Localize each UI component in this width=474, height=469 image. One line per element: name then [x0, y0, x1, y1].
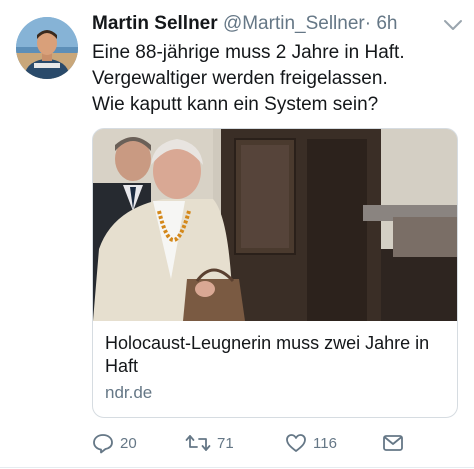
author-handle[interactable]: @Martin_Sellner — [223, 13, 365, 34]
tweet-text-line: Eine 88-jährige muss 2 Jahre in Haft. — [92, 42, 405, 63]
card-image — [93, 129, 457, 321]
separator-dot: · — [364, 13, 372, 34]
retweet-icon — [185, 435, 211, 451]
chevron-down-icon — [444, 20, 462, 30]
reply-icon — [93, 434, 113, 454]
reply-button[interactable]: 20 — [92, 432, 137, 454]
tweet-header: Martin Sellner @Martin_Sellner· 6h — [92, 13, 397, 35]
link-card[interactable]: Holocaust-Leugnerin muss zwei Jahre in H… — [92, 128, 458, 418]
card-domain: ndr.de — [105, 383, 153, 402]
like-count: 116 — [313, 434, 337, 452]
message-button[interactable] — [382, 433, 404, 453]
tweet-menu-button[interactable] — [442, 18, 464, 32]
author-name[interactable]: Martin Sellner — [92, 13, 218, 34]
tweet-text-line: Wie kaputt kann ein System sein? — [92, 94, 379, 115]
reply-count: 20 — [120, 434, 137, 452]
avatar[interactable] — [16, 17, 78, 79]
envelope-icon — [383, 435, 403, 451]
tweet-text-line: Vergewaltiger werden freigelassen. — [92, 68, 388, 89]
heart-icon — [286, 434, 306, 452]
retweet-count: 71 — [217, 434, 234, 452]
avatar-image — [16, 17, 78, 79]
retweet-button[interactable]: 71 — [185, 432, 234, 454]
card-title: Holocaust-Leugnerin muss zwei Jahre in H… — [105, 333, 430, 376]
tweet-actions: 20 71 116 — [0, 428, 474, 458]
like-button[interactable]: 116 — [285, 432, 337, 454]
divider — [0, 467, 474, 468]
timestamp[interactable]: 6h — [376, 13, 397, 34]
tweet-text: Eine 88-jährige muss 2 Jahre in Haft. Ve… — [92, 40, 462, 118]
